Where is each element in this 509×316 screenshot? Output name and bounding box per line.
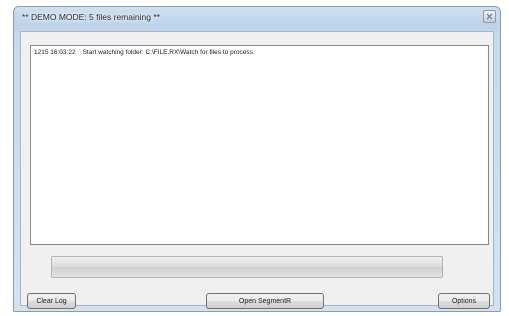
log-message: Start watching folder: C:\FILE.RX\Watch …	[82, 49, 255, 56]
window-title: ** DEMO MODE: 5 files remaining **	[22, 12, 160, 22]
log-timestamp: 1215 16:03:22	[34, 49, 76, 56]
close-icon	[484, 11, 495, 22]
close-button[interactable]	[483, 10, 496, 23]
open-segmentr-button[interactable]: Open SegmentR	[206, 293, 324, 309]
progress-bar	[51, 256, 443, 278]
client-area: 1215 16:03:22 Start watching folder: C:\F…	[20, 31, 494, 309]
log-list[interactable]: 1215 16:03:22 Start watching folder: C:\F…	[30, 45, 489, 245]
options-button[interactable]: Options	[438, 293, 490, 309]
clear-log-button[interactable]: Clear Log	[27, 293, 76, 309]
title-bar[interactable]: ** DEMO MODE: 5 files remaining **	[14, 7, 500, 31]
log-entry: 1215 16:03:22 Start watching folder: C:\F…	[34, 49, 255, 56]
app-window: ** DEMO MODE: 5 files remaining ** 1215 …	[13, 6, 501, 312]
